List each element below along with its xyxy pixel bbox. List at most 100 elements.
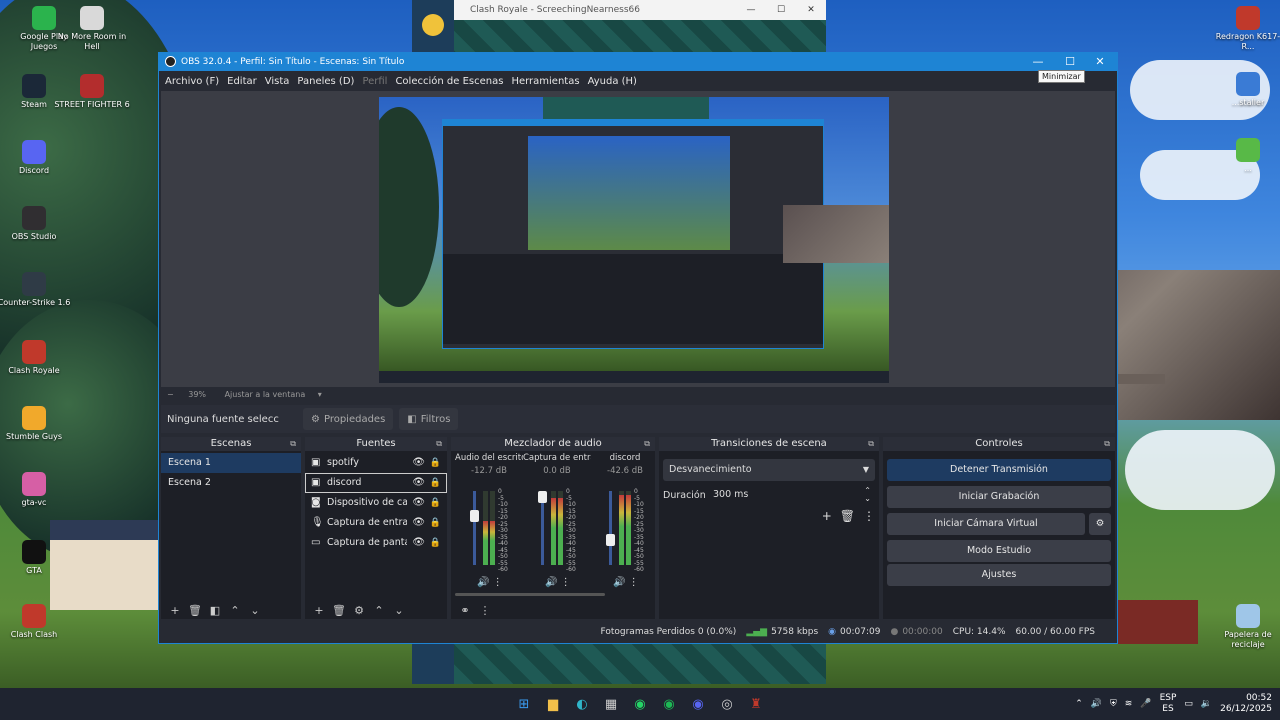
desktop-icon[interactable]: OBS Studio — [0, 206, 72, 242]
desktop-icon[interactable]: STREET FIGHTER 6 — [54, 74, 130, 110]
clash-maximize-button[interactable]: ☐ — [766, 0, 796, 20]
lock-icon[interactable]: 🔒 — [430, 473, 441, 493]
more-icon[interactable]: ⋮ — [561, 577, 571, 588]
menu-herramientas[interactable]: Herramientas — [507, 76, 583, 87]
menu-paneles[interactable]: Paneles (D) — [293, 76, 358, 87]
undock-icon[interactable]: ⧉ — [868, 437, 874, 451]
language-indicator[interactable]: ESP ES — [1160, 693, 1177, 715]
trash-icon[interactable]: 🗑 — [840, 509, 855, 523]
desktop-icon[interactable]: Clash Clash — [0, 604, 72, 640]
virtual-cam-settings-button[interactable]: ⚙ — [1089, 513, 1111, 535]
source-item[interactable]: ▣ discord 👁 🔒 — [305, 473, 447, 493]
desktop-icon[interactable]: Stumble Guys — [0, 406, 72, 442]
add-icon[interactable]: + — [165, 604, 185, 617]
start-virtual-cam-button[interactable]: Iniciar Cámara Virtual — [887, 513, 1085, 535]
desktop-icon[interactable]: No More Room in Hell — [54, 6, 130, 52]
volume-fader[interactable] — [606, 491, 615, 565]
eye-icon[interactable]: 👁 — [412, 513, 425, 533]
duration-spinbox[interactable]: 300 ms ⌃ ⌄ — [707, 485, 875, 505]
lock-icon[interactable]: 🔒 — [430, 493, 441, 513]
edge-icon[interactable]: ◐ — [570, 692, 594, 716]
desktop-icon[interactable]: GTA — [0, 540, 72, 576]
close-button[interactable]: ✕ — [1085, 53, 1115, 71]
menu-editar[interactable]: Editar — [223, 76, 261, 87]
eye-icon[interactable]: 👁 — [412, 453, 425, 473]
chevron-down-icon[interactable]: ⌄ — [389, 604, 409, 617]
lock-icon[interactable]: 🔒 — [430, 533, 441, 553]
desktop-icon[interactable]: Discord — [0, 140, 72, 176]
chevron-up-icon[interactable]: ⌃ — [225, 604, 245, 617]
speaker-icon[interactable]: 🔊 — [1091, 699, 1102, 709]
discord-icon[interactable]: ◉ — [686, 692, 710, 716]
lock-icon[interactable]: 🔒 — [430, 453, 441, 473]
store-icon[interactable]: ▦ — [599, 692, 623, 716]
clash-minimize-button[interactable]: — — [736, 0, 766, 20]
filters-button[interactable]: ◧ Filtros — [399, 408, 459, 430]
zoom-dropdown-icon[interactable]: ▾ — [318, 390, 322, 399]
more-icon[interactable]: ⋮ — [493, 577, 503, 588]
fader-knob[interactable] — [538, 491, 547, 503]
wifi-icon[interactable]: ≋ — [1125, 699, 1133, 709]
undock-icon[interactable]: ⧉ — [290, 437, 296, 451]
clash-titlebar[interactable]: Clash Royale - ScreechingNearness66 — ☐ … — [454, 0, 826, 20]
trash-icon[interactable]: 🗑 — [329, 604, 349, 617]
undock-icon[interactable]: ⧉ — [644, 437, 650, 451]
fader-knob[interactable] — [470, 509, 479, 522]
more-icon[interactable]: ⋮ — [475, 604, 495, 617]
source-item[interactable]: 🎙Captura de entrada de audio 👁🔒 — [305, 513, 447, 533]
settings-button[interactable]: Ajustes — [887, 564, 1111, 586]
speaker-icon[interactable]: 🔊 — [545, 577, 557, 588]
menu-ayuda[interactable]: Ayuda (H) — [584, 76, 641, 87]
add-icon[interactable]: + — [309, 604, 329, 617]
clock[interactable]: 00:52 26/12/2025 — [1220, 693, 1272, 715]
link-icon[interactable]: ⚭ — [455, 604, 475, 617]
menu-vista[interactable]: Vista — [261, 76, 294, 87]
speaker-icon[interactable]: 🔊 — [477, 577, 489, 588]
volume-fader[interactable] — [470, 491, 479, 565]
spotify-icon[interactable]: ◉ — [657, 692, 681, 716]
more-icon[interactable]: ⋮ — [863, 509, 875, 523]
eye-icon[interactable]: 👁 — [412, 493, 425, 513]
source-item[interactable]: ▣ spotify 👁 🔒 — [305, 453, 447, 473]
volume-icon[interactable]: 🔉 — [1201, 699, 1212, 709]
maximize-button[interactable]: ☐ — [1055, 53, 1085, 71]
start-record-button[interactable]: Iniciar Grabación — [887, 486, 1111, 508]
desktop-icon[interactable]: Counter-Strike 1.6 — [0, 272, 72, 308]
trash-icon[interactable]: 🗑 — [185, 604, 205, 617]
spin-down-icon[interactable]: ⌄ — [864, 489, 871, 509]
preview-canvas[interactable] — [161, 91, 1115, 387]
eye-icon[interactable]: 👁 — [412, 533, 425, 553]
mixer-scrollbar[interactable] — [455, 593, 605, 596]
stop-stream-button[interactable]: Detener Transmisión — [887, 459, 1111, 481]
clash-royale-icon[interactable]: ♜ — [744, 692, 768, 716]
whatsapp-icon[interactable]: ◉ — [628, 692, 652, 716]
fader-knob[interactable] — [606, 534, 615, 547]
network-icon[interactable]: ▭ — [1184, 699, 1193, 709]
clash-close-button[interactable]: ✕ — [796, 0, 826, 20]
desktop-icon[interactable]: Redragon K617-R... — [1210, 6, 1280, 52]
volume-fader[interactable] — [538, 491, 547, 565]
more-icon[interactable]: ⋮ — [629, 577, 639, 588]
obs-icon[interactable]: ◎ — [715, 692, 739, 716]
properties-button[interactable]: ⚙ Propiedades — [303, 408, 394, 430]
source-item[interactable]: ◙ Dispositivo de captura 👁🔒 — [305, 493, 447, 513]
lock-icon[interactable]: 🔒 — [430, 513, 441, 533]
obs-window[interactable]: OBS 32.0.4 - Perfil: Sin Título - Escena… — [158, 52, 1118, 644]
studio-mode-button[interactable]: Modo Estudio — [887, 540, 1111, 562]
transition-select[interactable]: Desvanecimiento ▼ — [663, 459, 875, 481]
desktop-icon[interactable]: gta-vc — [0, 472, 72, 508]
zoom-out-button[interactable]: − — [167, 390, 174, 399]
speaker-icon[interactable]: 🔊 — [613, 577, 625, 588]
chevron-up-icon[interactable]: ⌃ — [1075, 699, 1083, 709]
chevron-up-icon[interactable]: ⌃ — [369, 604, 389, 617]
gear-icon[interactable]: ⚙ — [349, 604, 369, 617]
filter-icon[interactable]: ◧ — [205, 604, 225, 617]
desktop-icon[interactable]: Clash Royale — [0, 340, 72, 376]
source-item[interactable]: ▭ Captura de pantalla 👁🔒 — [305, 533, 447, 553]
desktop-icon[interactable]: ... — [1210, 138, 1280, 174]
add-icon[interactable]: + — [822, 509, 832, 523]
chevron-down-icon[interactable]: ⌄ — [245, 604, 265, 617]
desktop-icon[interactable]: ...staller — [1210, 72, 1280, 108]
desktop-icon[interactable]: Papelera de reciclaje — [1210, 604, 1280, 650]
start-icon[interactable]: ⊞ — [512, 692, 536, 716]
